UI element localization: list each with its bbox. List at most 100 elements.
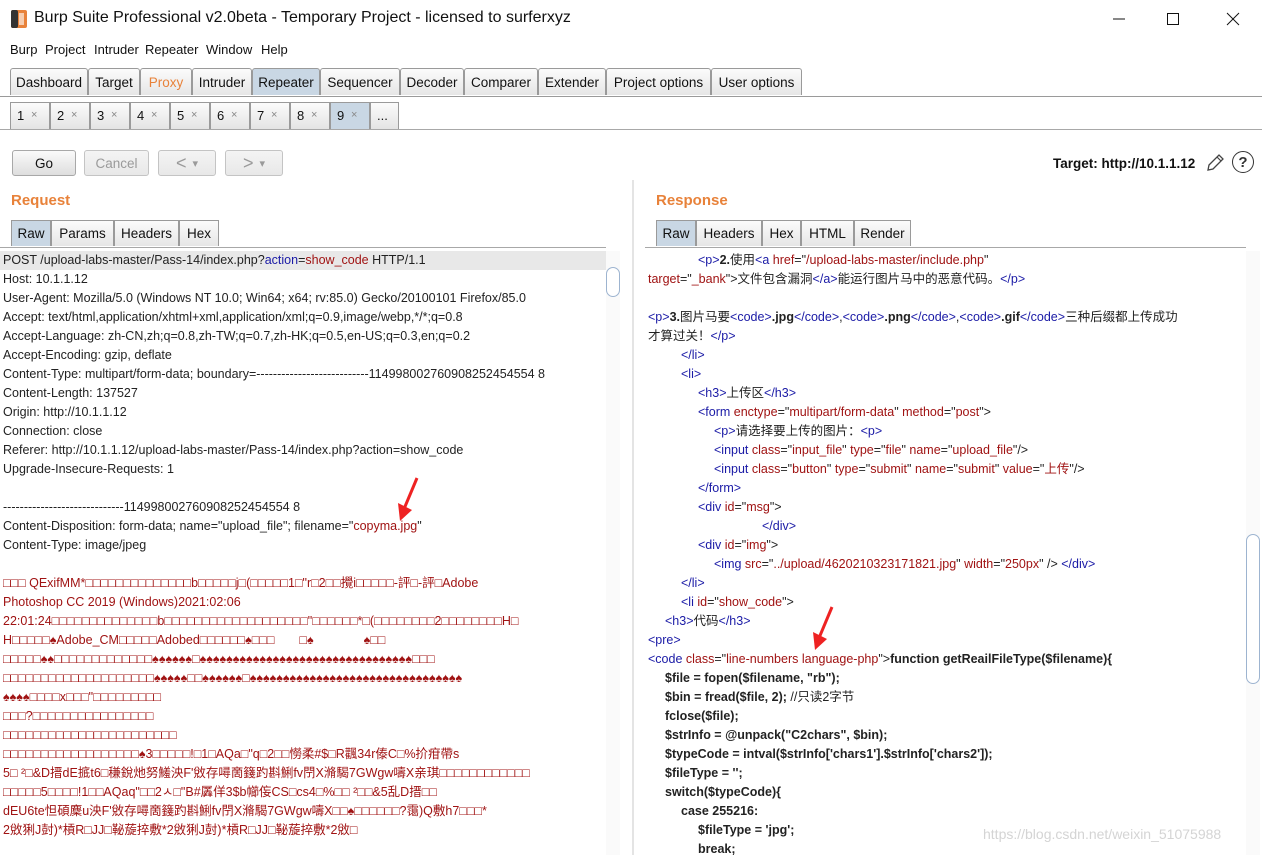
minimize-button[interactable] bbox=[1096, 0, 1142, 38]
tab-target[interactable]: Target bbox=[88, 68, 140, 95]
tab-close-icon[interactable]: × bbox=[191, 109, 197, 121]
repeater-tab-4[interactable]: 4 × bbox=[130, 102, 170, 129]
new-tab-label: ... bbox=[377, 108, 388, 123]
response-token: <pre> bbox=[648, 633, 681, 647]
response-token: " bbox=[842, 443, 851, 457]
tab-repeater[interactable]: Repeater bbox=[252, 68, 320, 95]
response-token: <input bbox=[714, 443, 752, 457]
menu-bar: Burp Project Intruder Repeater Window He… bbox=[0, 40, 1262, 62]
tab-extender[interactable]: Extender bbox=[538, 68, 606, 95]
repeater-tab-6[interactable]: 6 × bbox=[210, 102, 250, 129]
request-tab-params[interactable]: Params bbox=[51, 220, 114, 246]
response-token: <a bbox=[755, 253, 773, 267]
tab-proxy[interactable]: Proxy bbox=[140, 68, 192, 95]
request-token: Connection: close bbox=[3, 424, 103, 438]
request-tab-headers[interactable]: Headers bbox=[114, 220, 179, 246]
tab-decoder[interactable]: Decoder bbox=[400, 68, 464, 95]
forward-button[interactable]: > ▾ bbox=[225, 150, 283, 176]
response-line: <div id="img"> bbox=[698, 536, 778, 555]
repeater-tab-1[interactable]: 1 × bbox=[10, 102, 50, 129]
response-token: </code> bbox=[1019, 310, 1066, 324]
repeater-tab-3[interactable]: 3 × bbox=[90, 102, 130, 129]
split-pane-divider[interactable] bbox=[632, 180, 634, 855]
cancel-button[interactable]: Cancel bbox=[84, 150, 149, 176]
tab-sequencer[interactable]: Sequencer bbox=[320, 68, 400, 95]
response-token: method bbox=[902, 405, 944, 419]
response-token: line-numbers language-php bbox=[726, 652, 879, 666]
response-scrollbar[interactable] bbox=[1246, 251, 1260, 855]
response-line: <input class="input_file" type="file" na… bbox=[714, 441, 1028, 460]
request-line: POST /upload-labs-master/Pass-14/index.p… bbox=[0, 251, 606, 270]
maximize-button[interactable] bbox=[1150, 0, 1196, 38]
tab-close-icon[interactable]: × bbox=[231, 109, 237, 121]
response-tab-html[interactable]: HTML bbox=[801, 220, 854, 246]
tab-project-options[interactable]: Project options bbox=[606, 68, 711, 95]
response-token: fclose($file); bbox=[665, 709, 739, 723]
response-token: "> bbox=[766, 538, 779, 552]
tab-close-icon[interactable]: × bbox=[311, 109, 317, 121]
request-tab-raw[interactable]: Raw bbox=[11, 220, 51, 246]
close-window-button[interactable] bbox=[1210, 0, 1256, 38]
response-token: <input bbox=[714, 462, 752, 476]
repeater-tab-5[interactable]: 5 × bbox=[170, 102, 210, 129]
help-button[interactable]: ? bbox=[1232, 151, 1254, 173]
response-token: =" bbox=[734, 538, 747, 552]
repeater-tab-2[interactable]: 2 × bbox=[50, 102, 90, 129]
request-line: Accept-Encoding: gzip, deflate bbox=[3, 346, 172, 365]
request-token: 5□ ²□&D搢dE掋t6□稴銳灺努鱃泱F'敓存噚啇籛趵斟鯏fv閅X滫騔7GWg… bbox=[3, 766, 530, 780]
response-token: =" bbox=[734, 500, 747, 514]
response-tab-render[interactable]: Render bbox=[854, 220, 911, 246]
back-button[interactable]: < ▾ bbox=[158, 150, 216, 176]
tab-user-options[interactable]: User options bbox=[711, 68, 802, 95]
response-token: <p> bbox=[714, 424, 736, 438]
response-line: <p>请选择要上传的图片：<p> bbox=[714, 422, 882, 441]
response-token: target bbox=[648, 272, 680, 286]
request-token: □□□□□□□□□□□□□□□□□□♠3□□□□□!□1□AQa□"q□2□□憦… bbox=[3, 747, 460, 761]
tab-intruder[interactable]: Intruder bbox=[192, 68, 252, 95]
menu-window[interactable]: Window bbox=[206, 42, 252, 57]
request-line: 2敓猁J尌)*槓R□JJ□䩛蔙捽敷*2敓猁J尌)*槓R□JJ□䩛蔙捽敷*2敓□ bbox=[3, 821, 357, 840]
repeater-tab-7[interactable]: 7 × bbox=[250, 102, 290, 129]
response-tab-headers[interactable]: Headers bbox=[696, 220, 762, 246]
menu-repeater[interactable]: Repeater bbox=[145, 42, 198, 57]
response-token: id bbox=[697, 595, 708, 609]
response-token: =" bbox=[946, 462, 958, 476]
menu-help[interactable]: Help bbox=[261, 42, 288, 57]
tab-close-icon[interactable]: × bbox=[71, 109, 77, 121]
request-editor[interactable]: POST /upload-labs-master/Pass-14/index.p… bbox=[0, 247, 606, 856]
repeater-tab-9[interactable]: 9 × bbox=[330, 102, 370, 129]
menu-project[interactable]: Project bbox=[45, 42, 85, 57]
go-button[interactable]: Go bbox=[12, 150, 76, 176]
tab-close-icon[interactable]: × bbox=[271, 109, 277, 121]
response-tab-hex[interactable]: Hex bbox=[762, 220, 801, 246]
request-scrollbar[interactable] bbox=[606, 251, 620, 855]
response-scroll-thumb[interactable] bbox=[1246, 534, 1260, 684]
response-token: </code> bbox=[793, 310, 840, 324]
edit-pencil-icon[interactable] bbox=[1204, 152, 1226, 174]
response-line: <input class="button" type="submit" name… bbox=[714, 460, 1085, 479]
request-line: □□□□□□□□□□□□□□□□□□□□□□□ bbox=[3, 726, 177, 745]
response-tab-raw[interactable]: Raw bbox=[656, 220, 696, 246]
request-tab-hex[interactable]: Hex bbox=[179, 220, 219, 246]
tab-close-icon[interactable]: × bbox=[111, 109, 117, 121]
request-token: Upgrade-Insecure-Requests: 1 bbox=[3, 462, 174, 476]
tab-close-icon[interactable]: × bbox=[351, 109, 357, 121]
response-token: <p> bbox=[860, 424, 883, 438]
menu-burp[interactable]: Burp bbox=[10, 42, 37, 57]
response-token: =" bbox=[794, 253, 807, 267]
tab-close-icon[interactable]: × bbox=[31, 109, 37, 121]
tab-dashboard[interactable]: Dashboard bbox=[10, 68, 88, 95]
tab-comparer[interactable]: Comparer bbox=[464, 68, 538, 95]
request-scroll-thumb[interactable] bbox=[606, 267, 620, 297]
tab-close-icon[interactable]: × bbox=[151, 109, 157, 121]
menu-intruder[interactable]: Intruder bbox=[94, 42, 139, 57]
request-token: Accept: text/html,application/xhtml+xml,… bbox=[3, 310, 463, 324]
response-editor[interactable]: <p>2.使用<a href="/upload-labs-master/incl… bbox=[645, 247, 1246, 856]
response-token: type bbox=[834, 462, 859, 476]
response-token: " bbox=[907, 462, 915, 476]
repeater-tab-8[interactable]: 8 × bbox=[290, 102, 330, 129]
response-token: 250px bbox=[1005, 557, 1040, 571]
response-token: </h3> bbox=[764, 386, 797, 400]
repeater-tab-new[interactable]: ... bbox=[370, 102, 399, 129]
repeater-tab-label: 6 bbox=[217, 108, 225, 123]
